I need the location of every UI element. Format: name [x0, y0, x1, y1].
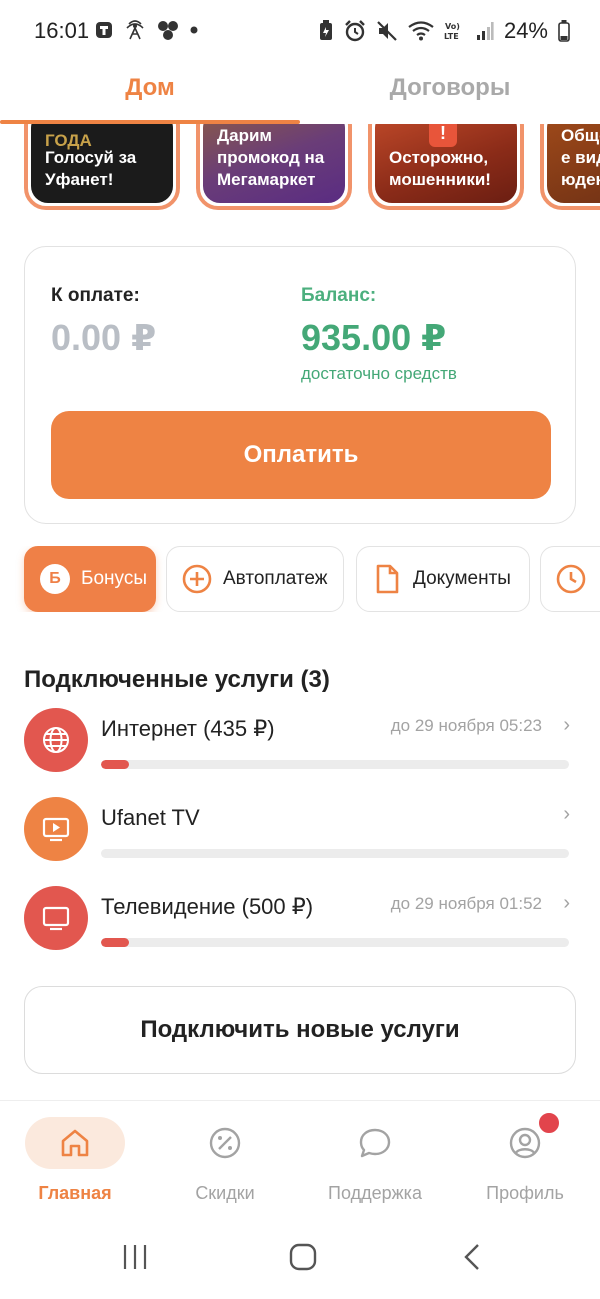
chevron-right-icon: ›	[563, 714, 570, 736]
tab-home[interactable]: Дом	[0, 74, 300, 102]
bonus-icon: Б	[39, 563, 71, 595]
volte-icon: Vo)LTE	[444, 22, 460, 41]
home-icon	[61, 1129, 89, 1157]
story-partial[interactable]: Обще-е вид-юден	[540, 124, 600, 210]
profile-icon	[509, 1127, 541, 1159]
battery-percent: 24%	[503, 18, 548, 43]
due-label: К оплате:	[51, 285, 140, 306]
nav-support[interactable]: Поддержка	[300, 1117, 450, 1204]
battery-saver-icon	[319, 20, 332, 40]
quick-actions: Б Бонусы Автоплатеж Документы	[0, 546, 600, 612]
status-bar: 16:01 Vo) LTE 24%	[0, 0, 600, 60]
top-tabs: Дом Договоры	[0, 64, 600, 124]
notification-badge	[537, 1111, 561, 1135]
story-title: Голосуй за Уфанет!	[45, 148, 137, 189]
service-name: Интернет (435 ₽)	[101, 716, 275, 741]
svg-text:LTE: LTE	[444, 32, 459, 41]
connect-services-button[interactable]: Подключить новые услуги	[24, 986, 576, 1074]
clock-icon	[555, 563, 587, 595]
nav-label: Поддержка	[328, 1183, 422, 1203]
warning-icon: !	[429, 124, 457, 147]
chip-documents[interactable]: Документы	[356, 546, 530, 612]
signal-icon	[476, 22, 494, 40]
service-name: Ufanet TV	[101, 805, 200, 830]
service-progress	[101, 760, 569, 769]
nav-discounts[interactable]: Скидки	[150, 1117, 300, 1204]
nav-label: Скидки	[195, 1183, 255, 1203]
service-internet[interactable]: Интернет (435 ₽) до 29 ноября 05:23 ›	[24, 708, 576, 788]
stories-carousel: ГОДА Голосуй за Уфанет! Дарим промокод н…	[0, 124, 600, 214]
service-progress	[101, 938, 569, 947]
svg-text:Vo): Vo)	[445, 22, 460, 31]
antenna-icon	[126, 20, 144, 40]
story-fraud-warning[interactable]: ! Осторожно, мошенники!	[368, 124, 524, 210]
nav-home[interactable]: Главная	[0, 1117, 150, 1204]
chip-label: Бонусы	[81, 568, 147, 589]
chip-autopay[interactable]: Автоплатеж	[166, 546, 344, 612]
story-promocode[interactable]: Дарим промокод на Мегамаркет	[196, 124, 352, 210]
chevron-right-icon: ›	[563, 892, 570, 914]
chip-history[interactable]	[540, 546, 600, 612]
story-title: Обще-е вид-юден	[561, 126, 600, 189]
back-icon[interactable]	[458, 1242, 488, 1272]
story-title: Дарим промокод на Мегамаркет	[217, 126, 325, 189]
service-ufanet-tv[interactable]: Ufanet TV ›	[24, 797, 576, 877]
battery-icon	[558, 20, 570, 42]
status-time: 16:01	[34, 18, 90, 43]
chat-icon	[359, 1128, 391, 1158]
balance-note: достаточно средств	[301, 364, 457, 383]
recent-apps-icon[interactable]	[120, 1242, 150, 1272]
discount-icon	[209, 1127, 241, 1159]
services-title: Подключенные услуги (3)	[24, 666, 330, 693]
more-dot-icon	[190, 26, 198, 34]
service-date: до 29 ноября 05:23	[390, 716, 542, 735]
globe-icon	[24, 708, 88, 772]
service-name: Телевидение (500 ₽)	[101, 894, 314, 919]
notification-app-icon	[96, 22, 112, 38]
home-button-icon[interactable]	[288, 1242, 318, 1272]
tab-contracts[interactable]: Договоры	[300, 74, 600, 102]
nav-label: Профиль	[486, 1183, 564, 1203]
document-icon	[371, 563, 403, 595]
nav-label: Главная	[38, 1183, 112, 1203]
balance-amount: 935.00 ₽	[301, 317, 447, 358]
system-nav	[0, 1218, 600, 1299]
story-vote[interactable]: ГОДА Голосуй за Уфанет!	[24, 124, 180, 210]
service-progress	[101, 849, 569, 858]
payment-card: К оплате: 0.00 ₽ Баланс: 935.00 ₽ достат…	[24, 246, 576, 524]
chevron-right-icon: ›	[563, 803, 570, 825]
alarm-icon	[345, 20, 365, 42]
story-title: Осторожно, мошенники!	[389, 148, 491, 189]
dots-app-icon	[158, 21, 178, 40]
chip-label: Документы	[413, 568, 511, 589]
nav-profile[interactable]: Профиль	[450, 1111, 600, 1204]
service-television[interactable]: Телевидение (500 ₽) до 29 ноября 01:52 ›	[24, 886, 576, 966]
due-amount: 0.00 ₽	[51, 317, 157, 358]
service-date: до 29 ноября 01:52	[390, 894, 542, 913]
mute-icon	[377, 21, 397, 41]
pay-button[interactable]: Оплатить	[51, 411, 551, 499]
play-icon	[24, 797, 88, 861]
tv-icon	[24, 886, 88, 950]
wifi-icon	[408, 21, 434, 41]
bottom-nav: Главная Скидки Поддержка Профиль	[0, 1100, 600, 1218]
chip-label: Автоплатеж	[223, 568, 328, 589]
balance-label: Баланс:	[301, 285, 377, 306]
plus-circle-icon	[181, 563, 213, 595]
chip-bonuses[interactable]: Б Бонусы	[24, 546, 156, 612]
